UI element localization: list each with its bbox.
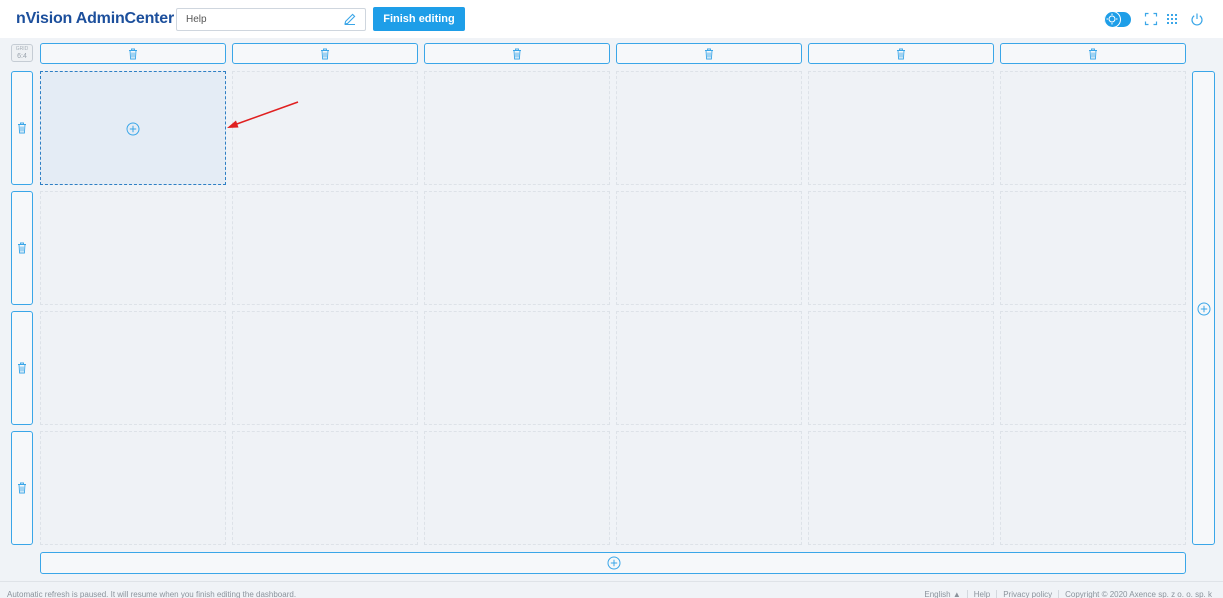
trash-icon (129, 48, 137, 59)
grid-size-badge: GRID 6:4 (11, 44, 33, 62)
refresh-status-text: Automatic refresh is paused. It will res… (7, 590, 297, 598)
grid-cell[interactable] (1000, 311, 1186, 425)
delete-row-button[interactable] (11, 191, 33, 305)
footer: Automatic refresh is paused. It will res… (0, 581, 1223, 598)
delete-column-button[interactable] (616, 43, 802, 64)
trash-icon (897, 48, 905, 59)
grid-cell[interactable] (808, 191, 994, 305)
delete-row-button[interactable] (11, 311, 33, 425)
grid-cell[interactable] (40, 191, 226, 305)
grid-cell[interactable] (808, 71, 994, 185)
grid-cell[interactable] (424, 431, 610, 545)
top-bar: nVision AdminCenter Finish editing (0, 0, 1223, 38)
grid-cell[interactable] (424, 191, 610, 305)
pencil-icon[interactable] (343, 12, 357, 26)
add-column-button[interactable] (1192, 71, 1215, 545)
delete-row-button[interactable] (11, 71, 33, 185)
help-link[interactable]: Help (966, 590, 996, 598)
grid-cell-selected[interactable] (40, 71, 226, 185)
delete-column-button[interactable] (232, 43, 418, 64)
plus-circle-icon (607, 556, 621, 570)
grid-cell[interactable] (616, 311, 802, 425)
privacy-policy-link[interactable]: Privacy policy (996, 590, 1058, 598)
grid-cell[interactable] (616, 191, 802, 305)
trash-icon (1089, 48, 1097, 59)
grid-cell[interactable] (616, 71, 802, 185)
delete-row-button[interactable] (11, 431, 33, 545)
grid-cell[interactable] (616, 431, 802, 545)
grid-badge-label: GRID (15, 46, 29, 52)
delete-column-button[interactable] (808, 43, 994, 64)
plus-circle-icon (1197, 302, 1211, 316)
grid-cell[interactable] (1000, 71, 1186, 185)
language-selector[interactable]: English ▲ (918, 590, 966, 598)
grid-cell[interactable] (232, 311, 418, 425)
dashboard-name-field[interactable] (176, 8, 366, 31)
delete-column-button[interactable] (40, 43, 226, 64)
trash-icon (18, 242, 26, 254)
delete-column-button[interactable] (424, 43, 610, 64)
app-title: nVision AdminCenter (16, 10, 174, 27)
dashboard-name-input[interactable] (177, 9, 337, 30)
fullscreen-icon[interactable] (1144, 12, 1158, 26)
grid-cell[interactable] (1000, 431, 1186, 545)
add-row-button[interactable] (40, 552, 1186, 574)
theme-toggle-icon[interactable] (1104, 11, 1131, 28)
trash-icon (321, 48, 329, 59)
trash-icon (18, 122, 26, 134)
power-icon[interactable] (1190, 12, 1204, 26)
footer-links: English ▲ Help Privacy policy Copyright © 2… (918, 590, 1218, 598)
grid-cell[interactable] (424, 311, 610, 425)
trash-icon (18, 362, 26, 374)
delete-column-button[interactable] (1000, 43, 1186, 64)
grid-cell[interactable] (808, 311, 994, 425)
grid-cell[interactable] (232, 191, 418, 305)
grid-cell[interactable] (808, 431, 994, 545)
trash-icon (18, 482, 26, 494)
grid-cell[interactable] (40, 431, 226, 545)
grid-cell[interactable] (1000, 191, 1186, 305)
finish-editing-button[interactable]: Finish editing (373, 7, 465, 31)
grid-cell[interactable] (40, 311, 226, 425)
grid-badge-value: 6:4 (17, 53, 27, 60)
copyright-text: Copyright © 2020 Axence sp. z o. o. sp. … (1058, 590, 1218, 598)
grid-cell[interactable] (424, 71, 610, 185)
add-widget-icon[interactable] (126, 122, 140, 136)
apps-grid-icon[interactable] (1165, 12, 1179, 26)
grid-cell[interactable] (232, 71, 418, 185)
trash-icon (513, 48, 521, 59)
trash-icon (705, 48, 713, 59)
grid-cell[interactable] (232, 431, 418, 545)
